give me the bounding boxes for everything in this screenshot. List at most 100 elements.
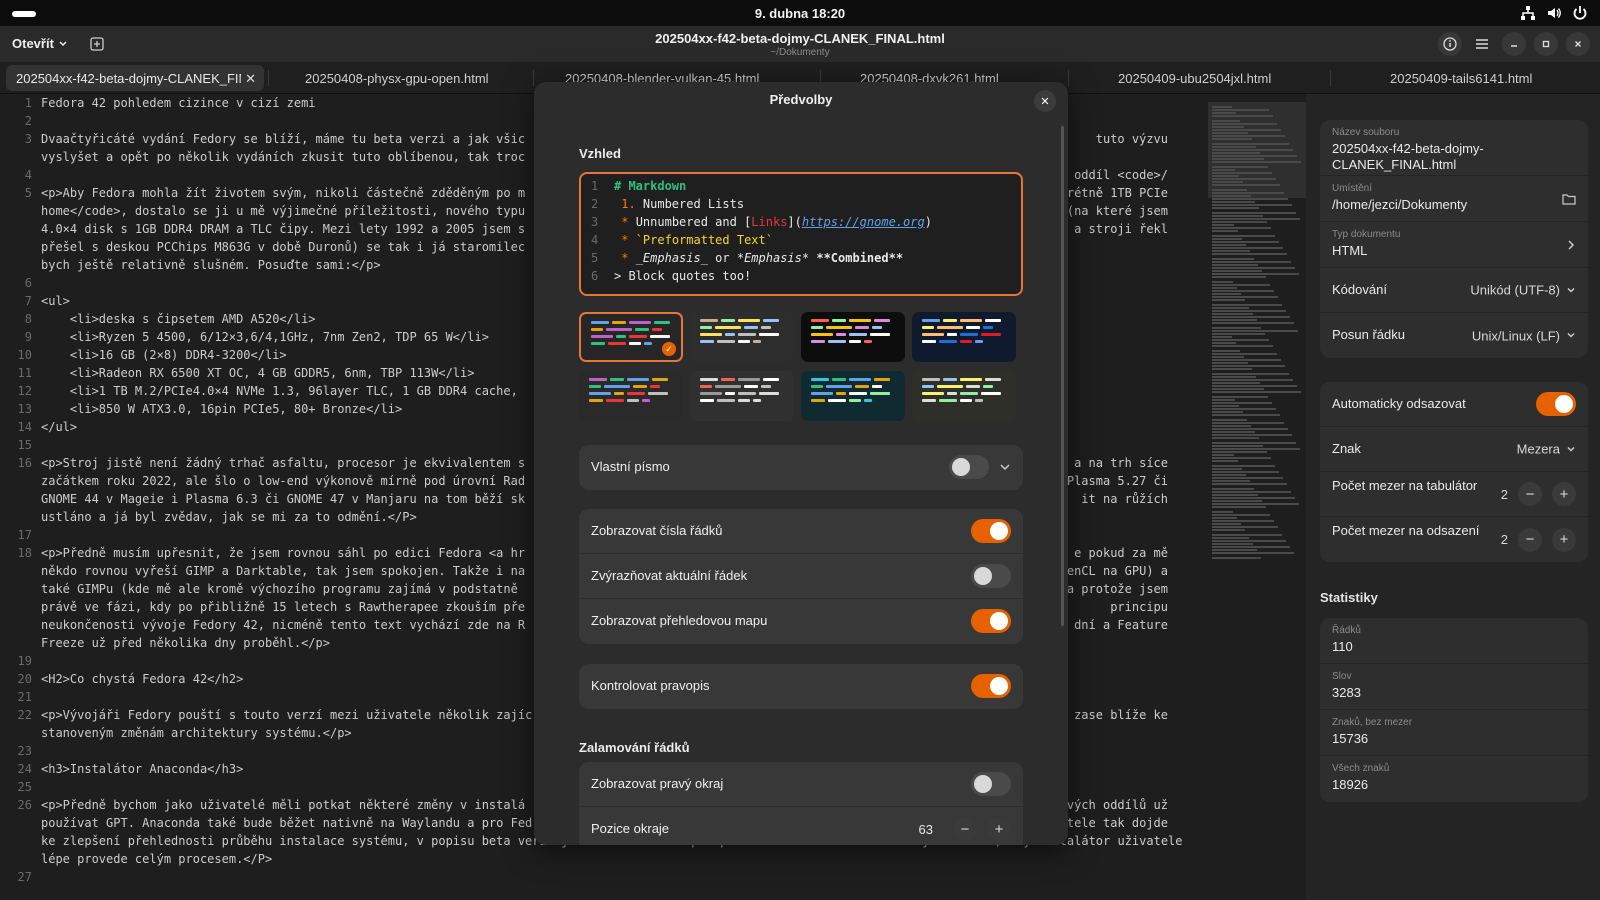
encoding-row[interactable]: Kódování Unikód (UTF-8) bbox=[1320, 268, 1588, 313]
line-text[interactable]: Fedora 42 pohledem cizince v cizí zemi bbox=[41, 96, 316, 110]
indent-width-decrease-button[interactable]: − bbox=[1518, 527, 1542, 552]
dialog-scrollbar[interactable] bbox=[1061, 126, 1064, 626]
line-text-fragment[interactable]: Plasma 5.27 či bbox=[1067, 474, 1168, 488]
show-line-numbers-row[interactable]: Zobrazovat čísla řádků bbox=[579, 509, 1023, 554]
margin-increase-button[interactable]: + bbox=[987, 817, 1011, 841]
line-text[interactable]: home</code>, dostalo se ji u mě výjimečn… bbox=[41, 204, 525, 218]
spellcheck-toggle[interactable] bbox=[971, 674, 1011, 698]
line-text[interactable]: neukončenosti vývoje Fedory 42, nicméně … bbox=[41, 618, 525, 632]
line-text-fragment[interactable]: a stroji řekl bbox=[1074, 222, 1168, 236]
line-text[interactable]: používat GPT. Anaconda také bude běžet n… bbox=[41, 816, 532, 830]
line-text[interactable]: 4.0×4 disk s 1GB DDR4 DRAM a TLC čipy. M… bbox=[41, 222, 525, 236]
line-text[interactable]: bych ještě relativně slušném. Posuďte sa… bbox=[41, 258, 381, 272]
style-scheme-option[interactable] bbox=[690, 312, 794, 362]
new-tab-icon[interactable] bbox=[89, 36, 105, 52]
auto-indent-toggle[interactable] bbox=[1536, 392, 1576, 416]
highlight-current-line-toggle[interactable] bbox=[971, 564, 1011, 588]
line-text[interactable]: </ul> bbox=[41, 420, 77, 434]
document-properties-button[interactable] bbox=[1438, 32, 1462, 56]
main-menu-button[interactable] bbox=[1470, 32, 1494, 56]
line-text-fragment[interactable]: nkrétně 1TB PCIe bbox=[1052, 186, 1168, 200]
power-icon[interactable] bbox=[1572, 5, 1588, 21]
spellcheck-row[interactable]: Kontrolovat pravopis bbox=[579, 664, 1023, 709]
show-overview-map-row[interactable]: Zobrazovat přehledovou mapu bbox=[579, 599, 1023, 644]
editor-line[interactable]: 27 bbox=[0, 870, 1208, 888]
line-text[interactable]: <li>Ryzen 5 4500, 6/12×3,6/4,1GHz, 7nm Z… bbox=[41, 330, 489, 344]
style-scheme-option[interactable] bbox=[579, 371, 683, 421]
indent-char-row[interactable]: Znak Mezera bbox=[1320, 427, 1588, 472]
tab-physx[interactable]: 20250408-physx-gpu-open.html bbox=[295, 65, 535, 91]
line-text-fragment[interactable]: OpenCL na GPU) a bbox=[1052, 564, 1168, 578]
tab-width-increase-button[interactable]: + bbox=[1552, 482, 1576, 506]
volume-icon[interactable] bbox=[1546, 5, 1562, 21]
line-text-fragment[interactable]: e pokud za mě bbox=[1074, 546, 1168, 560]
line-text-fragment[interactable]: it na růžích bbox=[1081, 492, 1168, 506]
line-text-fragment[interactable]: tuto výzvu bbox=[1096, 132, 1168, 146]
document-type-row[interactable]: Typ dokumentu HTML bbox=[1320, 222, 1588, 268]
style-scheme-option[interactable] bbox=[690, 371, 794, 421]
line-text[interactable]: <li>850 W ATX3.0, 16pin PCIe5, 80+ Bronz… bbox=[41, 402, 402, 416]
line-text[interactable]: <li>1 TB M.2/PCIe4.0×4 NVMe 1.3, 96layer… bbox=[41, 384, 518, 398]
line-text[interactable]: <p>Stroj jistě není žádný trhač asfaltu,… bbox=[41, 456, 525, 470]
tab-close-icon[interactable]: ✕ bbox=[245, 71, 256, 87]
line-text[interactable]: <p>Předně musím upřesnit, že jsem rovnou… bbox=[41, 546, 525, 560]
maximize-button[interactable] bbox=[1534, 32, 1558, 56]
line-text[interactable]: někdo rovnou vyřeší GIMP a Darktable, ta… bbox=[41, 564, 525, 578]
line-text-fragment[interactable]: dní a Feature bbox=[1074, 618, 1168, 632]
network-icon[interactable] bbox=[1520, 5, 1536, 21]
tab-tails[interactable]: 20250409-tails6141.html bbox=[1380, 65, 1580, 91]
custom-font-toggle[interactable] bbox=[949, 455, 989, 479]
line-text[interactable]: <ul> bbox=[41, 294, 70, 308]
line-text-fragment[interactable]: a na trh síce bbox=[1074, 456, 1168, 470]
line-text[interactable]: GNOME 44 v Mageie i Plasma 6.3 či GNOME … bbox=[41, 492, 525, 506]
line-text[interactable]: začátkem roku 2022, ale šlo o low-end vý… bbox=[41, 474, 525, 488]
open-button[interactable]: Otevřít bbox=[12, 36, 68, 51]
tab-width-decrease-button[interactable]: − bbox=[1518, 482, 1542, 506]
line-text[interactable]: <H2>Co chystá Fedora 42</h2> bbox=[41, 672, 243, 686]
line-text-fragment[interactable]: zase blíže ke bbox=[1074, 708, 1168, 722]
line-text[interactable]: lépe provede celým procesem.</P> bbox=[41, 852, 272, 866]
filename-row[interactable]: Název souboru 202504xx-f42-beta-dojmy-CL… bbox=[1320, 120, 1588, 176]
tab-202504xx-f42[interactable]: 202504xx-f42-beta-dojmy-CLANEK_FINAL.htm… bbox=[6, 65, 264, 91]
system-tray[interactable] bbox=[1520, 5, 1588, 21]
line-text[interactable]: Freeze už před několika dny proběhl.</p> bbox=[41, 636, 330, 650]
show-line-numbers-toggle[interactable] bbox=[971, 519, 1011, 543]
highlight-current-line-row[interactable]: Zvýrazňovat aktuální řádek bbox=[579, 554, 1023, 599]
minimize-button[interactable] bbox=[1502, 32, 1526, 56]
line-text[interactable]: Dvaačtyřicáté vydání Fedory se blíží, má… bbox=[41, 132, 525, 146]
chevron-down-icon[interactable] bbox=[999, 461, 1011, 473]
location-row[interactable]: Umístění /home/jezci/Dokumenty bbox=[1320, 176, 1588, 222]
line-text[interactable]: také GIMPu (kde mě ale kromě výchozího p… bbox=[41, 582, 518, 596]
line-text[interactable]: přešel s deskou PCChips M863G v době Dur… bbox=[41, 240, 525, 254]
custom-font-row[interactable]: Vlastní písmo bbox=[579, 445, 1023, 490]
line-text-fragment[interactable]: ý oddíl <code>/ bbox=[1060, 168, 1168, 182]
style-scheme-option[interactable] bbox=[801, 371, 905, 421]
line-text[interactable]: vyslyšet a opět po několik vydáních zkus… bbox=[41, 150, 525, 164]
auto-indent-row[interactable]: Automaticky odsazovat bbox=[1320, 382, 1588, 427]
line-text[interactable]: stanoveným změnám architektury systému.<… bbox=[41, 726, 352, 740]
line-text[interactable]: <li>Radeon RX 6500 XT OC, 4 GB GDDR5, 6n… bbox=[41, 366, 475, 380]
editor-line[interactable]: lépe provede celým procesem.</P> bbox=[0, 852, 1208, 870]
line-text[interactable]: <li>deska s čipsetem AMD A520</li> bbox=[41, 312, 316, 326]
line-text[interactable]: <h3>Instalátor Anaconda</h3> bbox=[41, 762, 243, 776]
line-text-fragment[interactable]: (na které jsem bbox=[1067, 204, 1168, 218]
line-text-fragment[interactable]: a protože jsem bbox=[1067, 582, 1168, 596]
line-text-fragment[interactable]: kových oddílů už bbox=[1052, 798, 1168, 812]
margin-position-value[interactable]: 63 bbox=[919, 822, 933, 837]
line-ending-row[interactable]: Posun řádku Unix/Linux (LF) bbox=[1320, 313, 1588, 358]
line-text[interactable]: <p>Aby Fedora mohla žít životem svým, ni… bbox=[41, 186, 525, 200]
close-window-button[interactable] bbox=[1566, 32, 1590, 56]
indent-width-increase-button[interactable]: + bbox=[1552, 527, 1576, 552]
line-text[interactable]: právě ve fázi, kdy po přibližně 15 letec… bbox=[41, 600, 525, 614]
line-text-fragment[interactable]: principu bbox=[1110, 600, 1168, 614]
show-right-margin-toggle[interactable] bbox=[971, 772, 1011, 796]
style-scheme-option[interactable] bbox=[912, 371, 1016, 421]
line-text[interactable]: ustláno a já byl zvědav, jak se mi za to… bbox=[41, 510, 417, 524]
tab-width-value[interactable]: 2 bbox=[1501, 487, 1508, 502]
dialog-close-button[interactable]: ✕ bbox=[1034, 90, 1056, 112]
style-scheme-option[interactable] bbox=[801, 312, 905, 362]
line-text[interactable]: <li>16 GB (2×8) DDR4-3200</li> bbox=[41, 348, 287, 362]
line-text[interactable]: <p>Předně bychom jako uživatelé měli pot… bbox=[41, 798, 525, 812]
line-text[interactable]: <p>Vývojáři Fedory pouští s touto verzí … bbox=[41, 708, 532, 722]
clock[interactable]: 9. dubna 18:20 bbox=[0, 6, 1600, 21]
